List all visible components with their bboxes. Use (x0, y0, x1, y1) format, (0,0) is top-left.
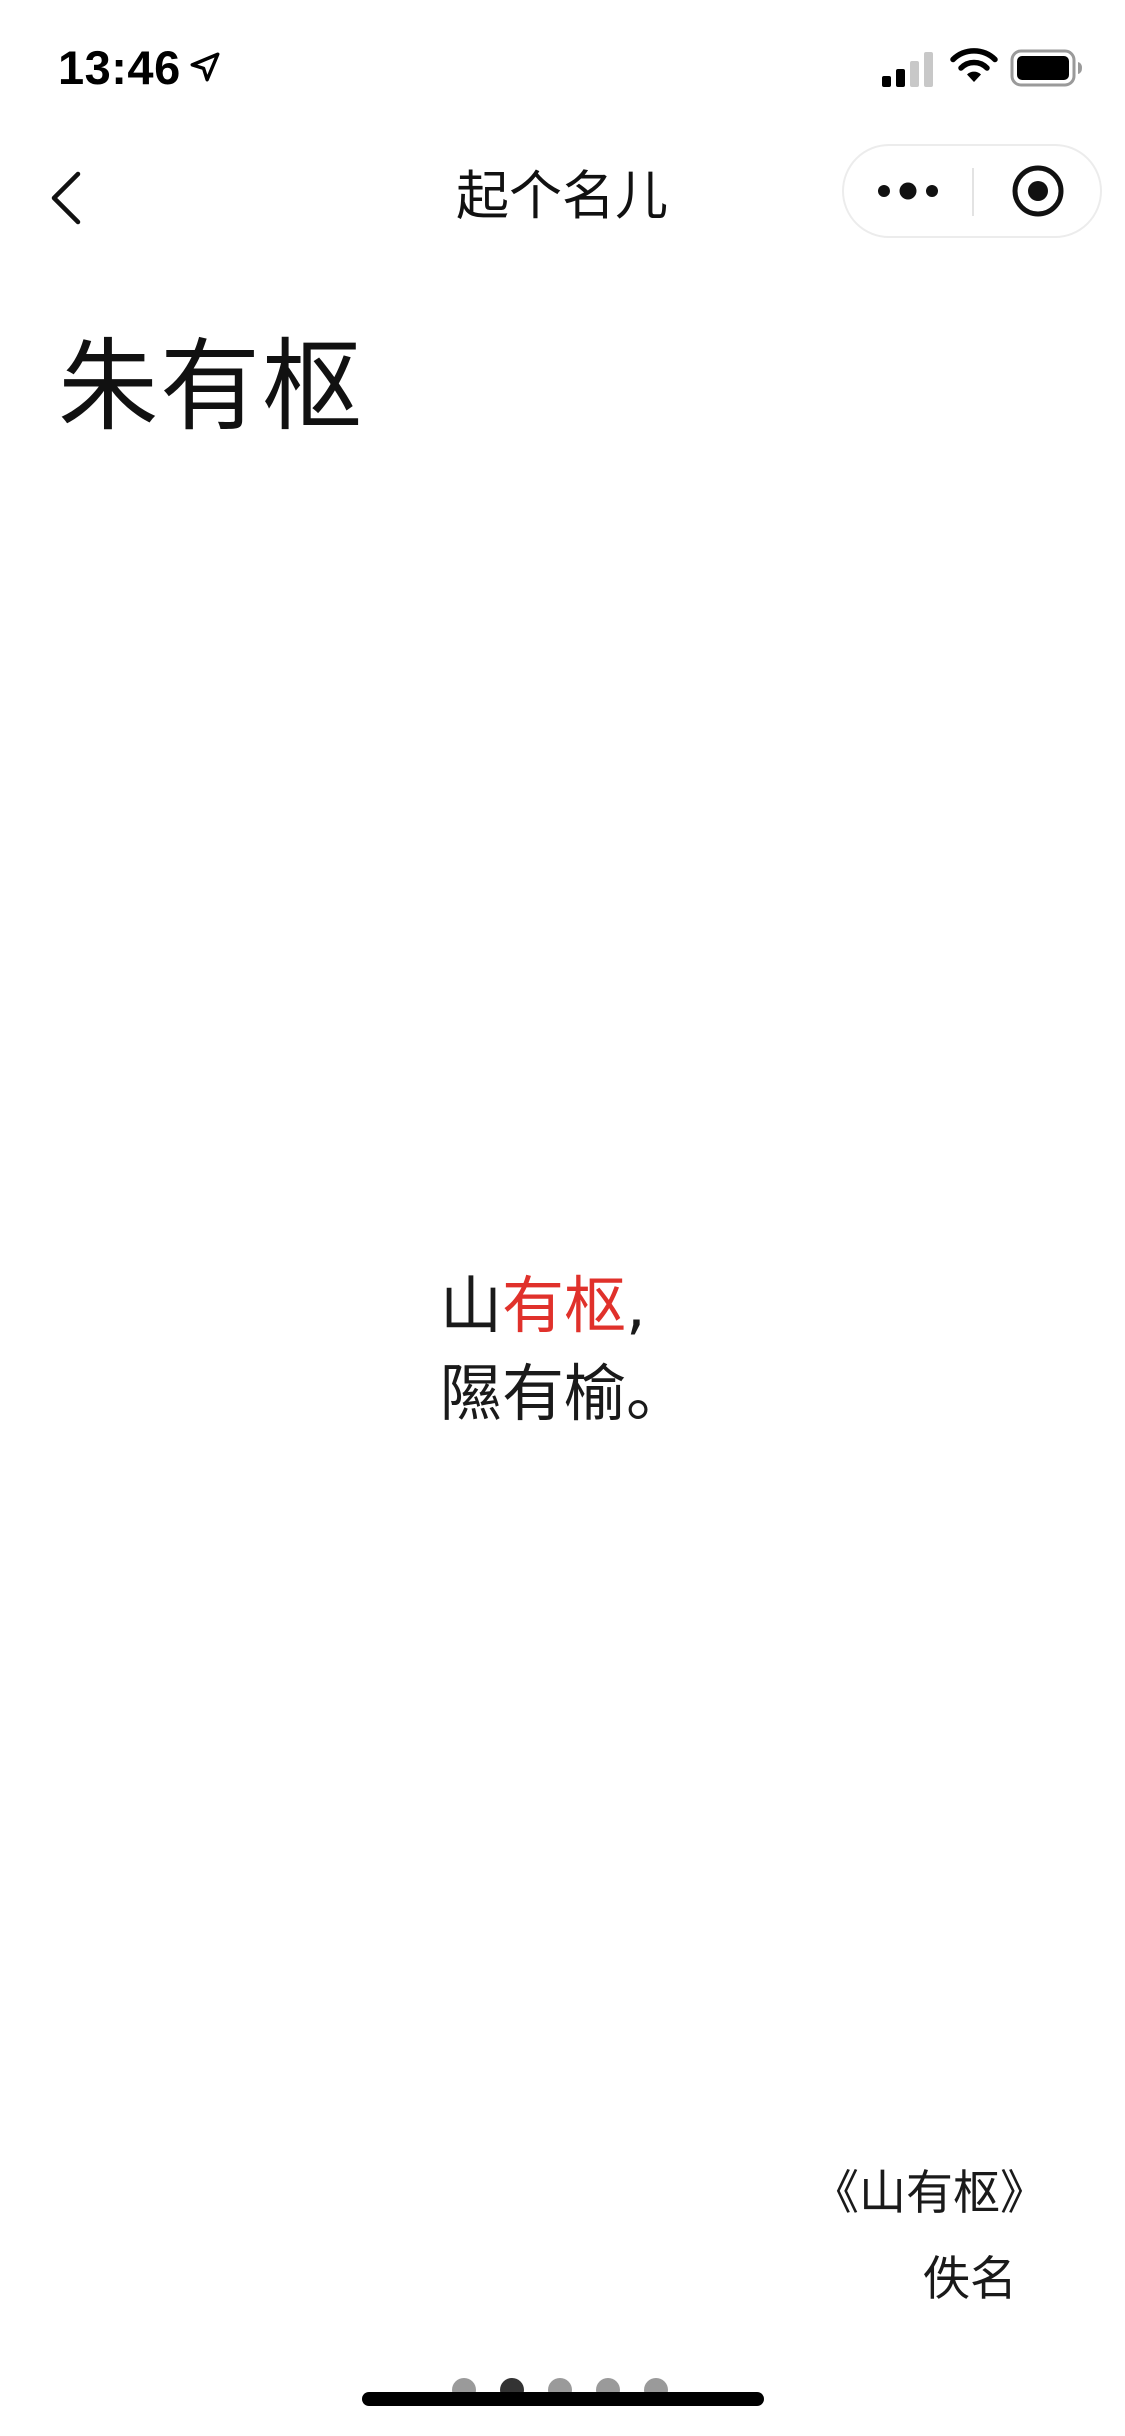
poem-text: 山 (440, 1269, 503, 1342)
chevron-left-icon (51, 171, 81, 225)
poem-punctuation: , (626, 1269, 646, 1342)
poem-line-2: 隰有榆。 (440, 1357, 689, 1430)
back-button[interactable] (30, 162, 102, 234)
poem-excerpt: 山有枢, 隰有榆。 (440, 1262, 740, 1438)
status-time: 13:46 (58, 41, 181, 94)
close-button[interactable] (974, 146, 1102, 236)
more-button[interactable] (844, 146, 972, 236)
battery-icon (1010, 49, 1082, 87)
poem-author: 佚名 (923, 2252, 1017, 2307)
page-title: 起个名儿 (456, 166, 668, 227)
highlighted-name-chars: 有枢 (502, 1269, 627, 1342)
wifi-icon (950, 48, 998, 82)
target-circle-icon (1012, 165, 1064, 217)
poem-source-title: 《山有枢》 (812, 2166, 1047, 2221)
poem-line-1: 山有枢, (440, 1262, 740, 1350)
more-dots-icon (878, 182, 938, 200)
generated-name: 朱有枢 (58, 328, 364, 445)
location-arrow-icon (190, 52, 220, 82)
status-bar: 13:46 (0, 0, 1125, 132)
mini-program-capsule (842, 144, 1102, 238)
home-indicator (362, 2392, 764, 2406)
nav-bar: 起个名儿 (0, 132, 1125, 264)
cellular-signal-icon (882, 52, 933, 87)
